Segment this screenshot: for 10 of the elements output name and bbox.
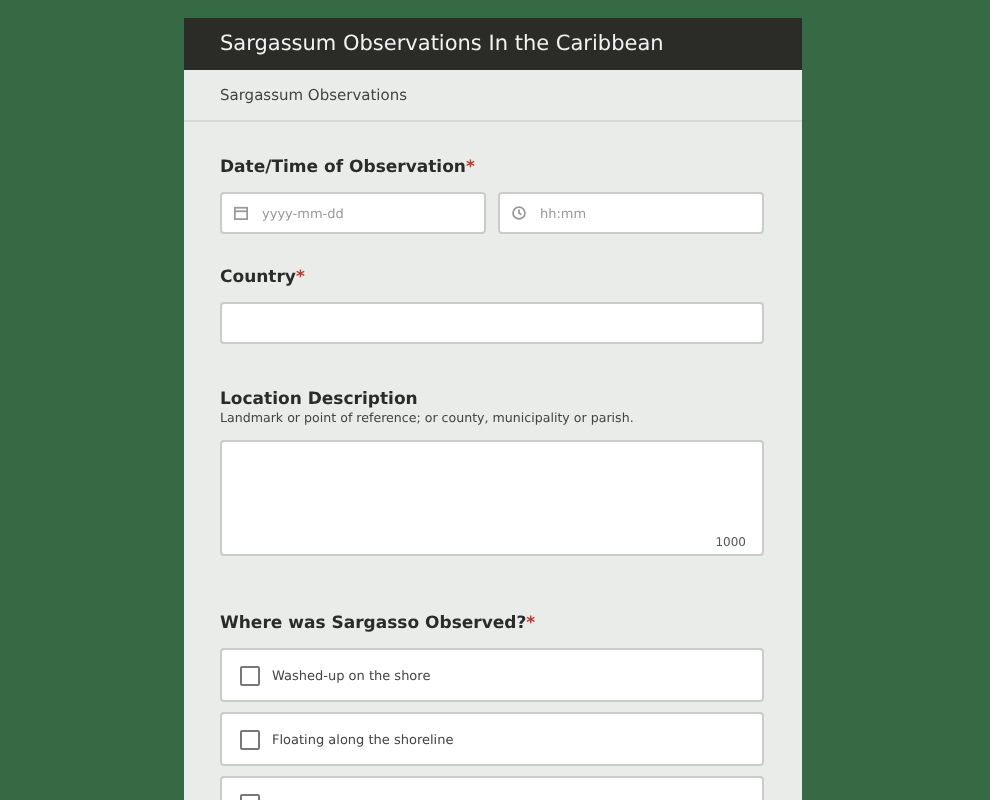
question-label: Location Description bbox=[220, 390, 418, 410]
checkbox[interactable] bbox=[240, 665, 260, 685]
clock-icon bbox=[512, 206, 526, 220]
form-title: Sargassum Observations In the Caribbean bbox=[184, 18, 802, 70]
checkbox[interactable] bbox=[240, 729, 260, 749]
country-field[interactable] bbox=[220, 302, 764, 344]
calendar-icon bbox=[234, 206, 248, 220]
question-label: Date/Time of Observation* bbox=[220, 158, 475, 178]
question-label: Country* bbox=[220, 268, 305, 288]
question-label: Where was Sargasso Observed?* bbox=[220, 614, 536, 634]
